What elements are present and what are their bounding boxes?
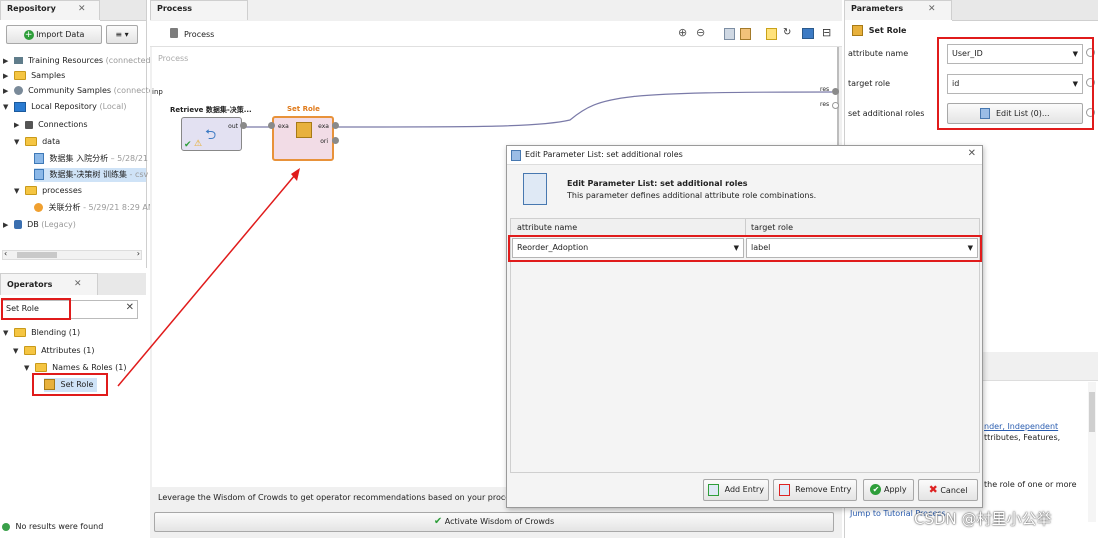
table-row-highlight-box [508,235,982,262]
set-additional-label: set additional roles [848,109,925,118]
parameters-header-bar [952,0,1098,21]
csdn-watermark: CSDN @村里小公举 [914,510,1052,528]
remove-entry-button[interactable]: Remove Entry [773,479,857,501]
parameters-highlight-box [937,37,1094,130]
annotation-arrow [117,174,296,387]
target-role-label: target role [848,79,891,88]
add-entry-label: Add Entry [724,485,764,494]
dialog-titlebar: Edit Parameter List: set additional role… [507,146,982,165]
add-entry-button[interactable]: Add Entry [703,479,769,501]
check-icon: ✔ [433,516,443,527]
dialog-header: Edit Parameter List: set additional role… [507,165,982,215]
set-role-operator[interactable]: exa exa ori [272,116,334,161]
edit-list-large-icon [523,173,547,205]
op1-title: Retrieve 数据集-决策... [170,106,252,114]
activate-wisdom-button[interactable]: ✔ Activate Wisdom of Crowds [154,512,834,532]
retrieve-out-port[interactable] [240,122,247,129]
table-header: attribute name target role [511,219,979,236]
op2-out-label: exa [318,123,329,130]
tab-parameters[interactable]: Parameters [844,0,952,20]
column-header-attribute[interactable]: attribute name [517,223,577,232]
help-panel-header [980,352,1098,381]
param-operator-name: Set Role [868,26,907,35]
remove-entry-label: Remove Entry [795,485,852,494]
parameters-tab-label: Parameters [851,4,904,13]
op2-ori-label: ori [320,138,328,145]
set-role-ori-port[interactable] [332,137,339,144]
activate-wisdom-label: Activate Wisdom of Crowds [444,517,555,526]
connection-setrole-result[interactable] [337,91,833,128]
set-role-op-icon [296,122,312,138]
help-scrollbar[interactable] [1088,382,1096,522]
help-text-2: ttributes, Features, [984,433,1061,442]
cancel-label: Cancel [940,486,968,495]
wisdom-text: Leverage the Wisdom of Crowds to get ope… [158,493,536,502]
column-divider [745,219,746,235]
close-icon[interactable]: ✕ [968,148,976,159]
attribute-name-label: attribute name [848,49,909,58]
dialog-heading: Edit Parameter List: set additional role… [567,179,748,188]
apply-label: Apply [883,485,907,494]
dialog-app-icon [511,150,521,161]
help-text-3: the role of one or more [984,480,1077,489]
column-header-target[interactable]: target role [751,223,793,232]
check-icon: ✔ [870,484,882,495]
add-entry-icon [708,483,720,496]
help-text-1[interactable]: nder, Independent [984,422,1058,431]
op1-out-label: out [228,123,238,130]
cancel-icon: ✖ [928,483,938,496]
param-operator-header: Set Role [852,25,906,36]
retrieve-operator[interactable]: ⮌ ✔ ⚠ out [181,117,242,151]
apply-button[interactable]: ✔ Apply [863,479,914,501]
set-role-out-port[interactable] [332,122,339,129]
cancel-button[interactable]: ✖ Cancel [918,479,978,501]
help-scrollbar-thumb[interactable] [1089,392,1095,432]
check-icon: ✔ [184,140,192,150]
dialog-title: Edit Parameter List: set additional role… [525,150,683,159]
warning-icon: ⚠ [194,139,203,149]
dialog-description: This parameter defines additional attrib… [567,191,817,200]
op2-title: Set Role [287,105,320,113]
set-role-in-port[interactable] [268,122,275,129]
remove-entry-icon [778,483,790,496]
close-icon[interactable]: ✕ [928,4,936,14]
retrieve-icon: ⮌ [205,127,217,143]
op2-in-label: exa [278,123,289,130]
set-role-icon [852,25,863,36]
